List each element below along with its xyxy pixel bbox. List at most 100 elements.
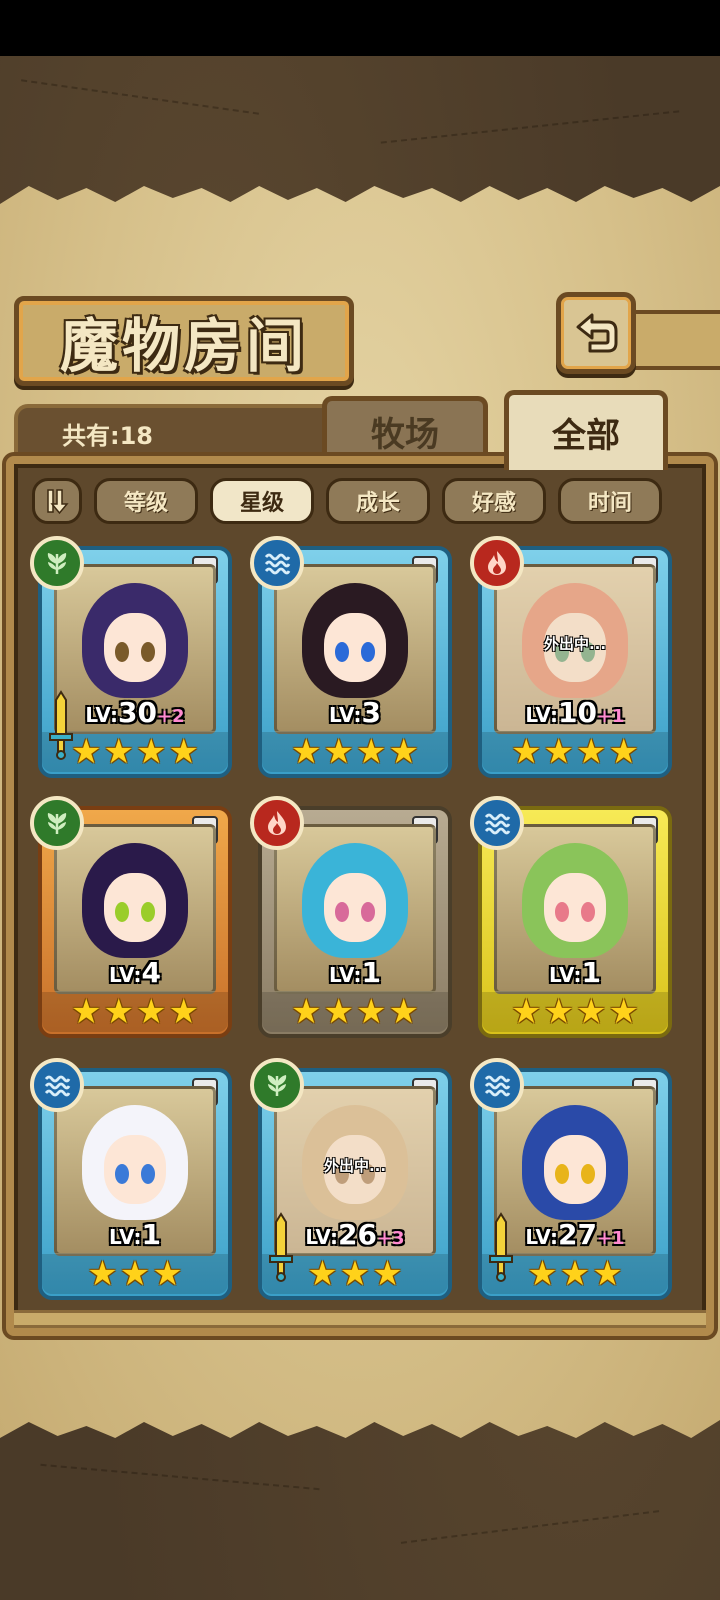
star-icon: ★ — [527, 1254, 558, 1294]
sort-growth-button[interactable]: 成长 — [326, 478, 430, 524]
sword-equipped-icon — [269, 1212, 293, 1282]
star-icon: ★ — [559, 1254, 591, 1294]
star-rating: ★ ★ ★ ★ — [262, 992, 448, 1032]
star-icon: ★ — [511, 732, 542, 772]
monster-level: LV:10+1 — [497, 696, 653, 729]
water-element-badge — [30, 1058, 84, 1112]
sort-affection-button[interactable]: 好感 — [442, 478, 546, 524]
monster-card[interactable]: ALV:30+2★★★★ — [30, 536, 232, 778]
monster-level: LV:1 — [497, 956, 653, 989]
water-element-badge — [470, 1058, 524, 1112]
tab-ranch[interactable]: 牧场 — [322, 396, 488, 462]
star-icon: ★ — [388, 992, 419, 1032]
back-button[interactable] — [556, 292, 636, 374]
star-icon: ★ — [356, 732, 387, 772]
star-icon: ★ — [136, 992, 167, 1032]
portrait-face — [543, 872, 607, 942]
title-plate: 魔物房间 — [14, 296, 354, 386]
star-icon: ★ — [291, 992, 322, 1032]
monster-card[interactable]: A外出中...LV:10+1★★★★ — [470, 536, 672, 778]
monster-card[interactable]: ALV:1★★★ — [30, 1058, 232, 1300]
star-rating: ★ ★ ★ ★ — [482, 732, 668, 772]
water-element-icon — [484, 813, 511, 835]
return-arrow-icon — [576, 313, 618, 353]
fire-element-icon — [488, 551, 506, 575]
monster-portrait-frame: 外出中... LV:26+3 — [274, 1086, 436, 1256]
star-icon: ★ — [103, 732, 134, 772]
star-icon: ★ — [323, 732, 354, 772]
level-prefix: LV: — [548, 963, 582, 987]
portrait-face — [103, 872, 167, 942]
panel-bottom-rail — [14, 1310, 706, 1328]
level-value: 30 — [118, 696, 157, 729]
away-status: 外出中... — [543, 634, 607, 653]
portrait-face — [103, 612, 167, 682]
wind-element-icon — [47, 813, 67, 834]
portrait-face — [323, 612, 387, 682]
star-icon: ★ — [168, 732, 199, 772]
portrait-eye — [114, 902, 129, 923]
level-value: 1 — [581, 956, 602, 989]
monster-count: 共有:18 — [62, 421, 153, 450]
monster-level: LV:1 — [57, 1218, 213, 1251]
star-icon: ★ — [323, 992, 354, 1032]
monster-portrait-frame: LV:4 — [54, 824, 216, 994]
sword-equipped-icon — [49, 690, 73, 760]
sort-star-button[interactable]: 星级 — [210, 478, 314, 524]
star-rating: ★ ★ ★ — [42, 1254, 228, 1294]
portrait-eye — [114, 1164, 129, 1185]
level-value: 4 — [141, 956, 162, 989]
star-icon: ★ — [168, 992, 199, 1032]
star-icon: ★ — [119, 1254, 151, 1294]
water-element-badge — [470, 796, 524, 850]
portrait-eye — [114, 642, 129, 663]
star-icon: ★ — [152, 1254, 183, 1294]
level-prefix: LV: — [525, 703, 558, 727]
wind-element-icon — [267, 1075, 287, 1096]
star-icon: ★ — [608, 992, 639, 1032]
monster-level: LV:4 — [57, 956, 213, 989]
star-icon: ★ — [576, 992, 607, 1032]
tab-all-label: 全部 — [552, 416, 620, 456]
tab-all[interactable]: 全部 — [504, 390, 668, 470]
portrait-eye — [554, 902, 569, 923]
sort-toolbar: 等级 星级 成长 好感 时间 — [32, 478, 662, 526]
monster-card[interactable]: CLV:1★★★★ — [250, 796, 452, 1038]
star-icon: ★ — [592, 1254, 623, 1294]
level-prefix: LV: — [108, 963, 142, 987]
monster-count-bar: 共有:18 — [14, 404, 344, 462]
sort-time-button[interactable]: 时间 — [558, 478, 662, 524]
monster-card[interactable]: SLV:1★★★★ — [470, 796, 672, 1038]
water-element-icon — [264, 553, 291, 575]
monster-level: LV:27+1 — [497, 1218, 653, 1251]
monster-portrait-frame: 外出中... LV:10+1 — [494, 564, 656, 734]
sort-order-toggle-button[interactable] — [32, 478, 82, 524]
level-prefix: LV: — [305, 1225, 338, 1249]
monster-card[interactable]: BLV:4★★★★ — [30, 796, 232, 1038]
level-value: 27 — [558, 1218, 597, 1251]
level-prefix: LV: — [525, 1225, 558, 1249]
star-rating: ★ ★ ★ ★ — [262, 732, 448, 772]
star-icon: ★ — [576, 732, 607, 772]
star-icon: ★ — [339, 1254, 371, 1294]
portrait-eye — [334, 902, 349, 923]
monster-level: LV:26+3 — [277, 1218, 433, 1251]
monster-card[interactable]: ALV:3★★★★ — [250, 536, 452, 778]
sort-level-button[interactable]: 等级 — [94, 478, 198, 524]
monster-card[interactable]: ALV:27+1★★★ — [470, 1058, 672, 1300]
monster-card[interactable]: A外出中...LV:26+3★★★ — [250, 1058, 452, 1300]
fire-element-icon — [268, 811, 286, 835]
monster-portrait-frame: LV:30+2 — [54, 564, 216, 734]
wind-element-icon — [47, 553, 67, 574]
page-title: 魔物房间 — [59, 312, 308, 380]
level-prefix: LV: — [328, 703, 362, 727]
sort-order-icon — [47, 489, 69, 515]
water-element-badge — [250, 536, 304, 590]
monster-level: LV:3 — [277, 696, 433, 729]
star-icon: ★ — [372, 1254, 403, 1294]
water-element-icon — [44, 1075, 71, 1097]
level-bonus: +1 — [596, 706, 625, 727]
monster-level: LV:30+2 — [57, 696, 213, 729]
star-icon: ★ — [543, 732, 574, 772]
star-icon: ★ — [136, 732, 167, 772]
